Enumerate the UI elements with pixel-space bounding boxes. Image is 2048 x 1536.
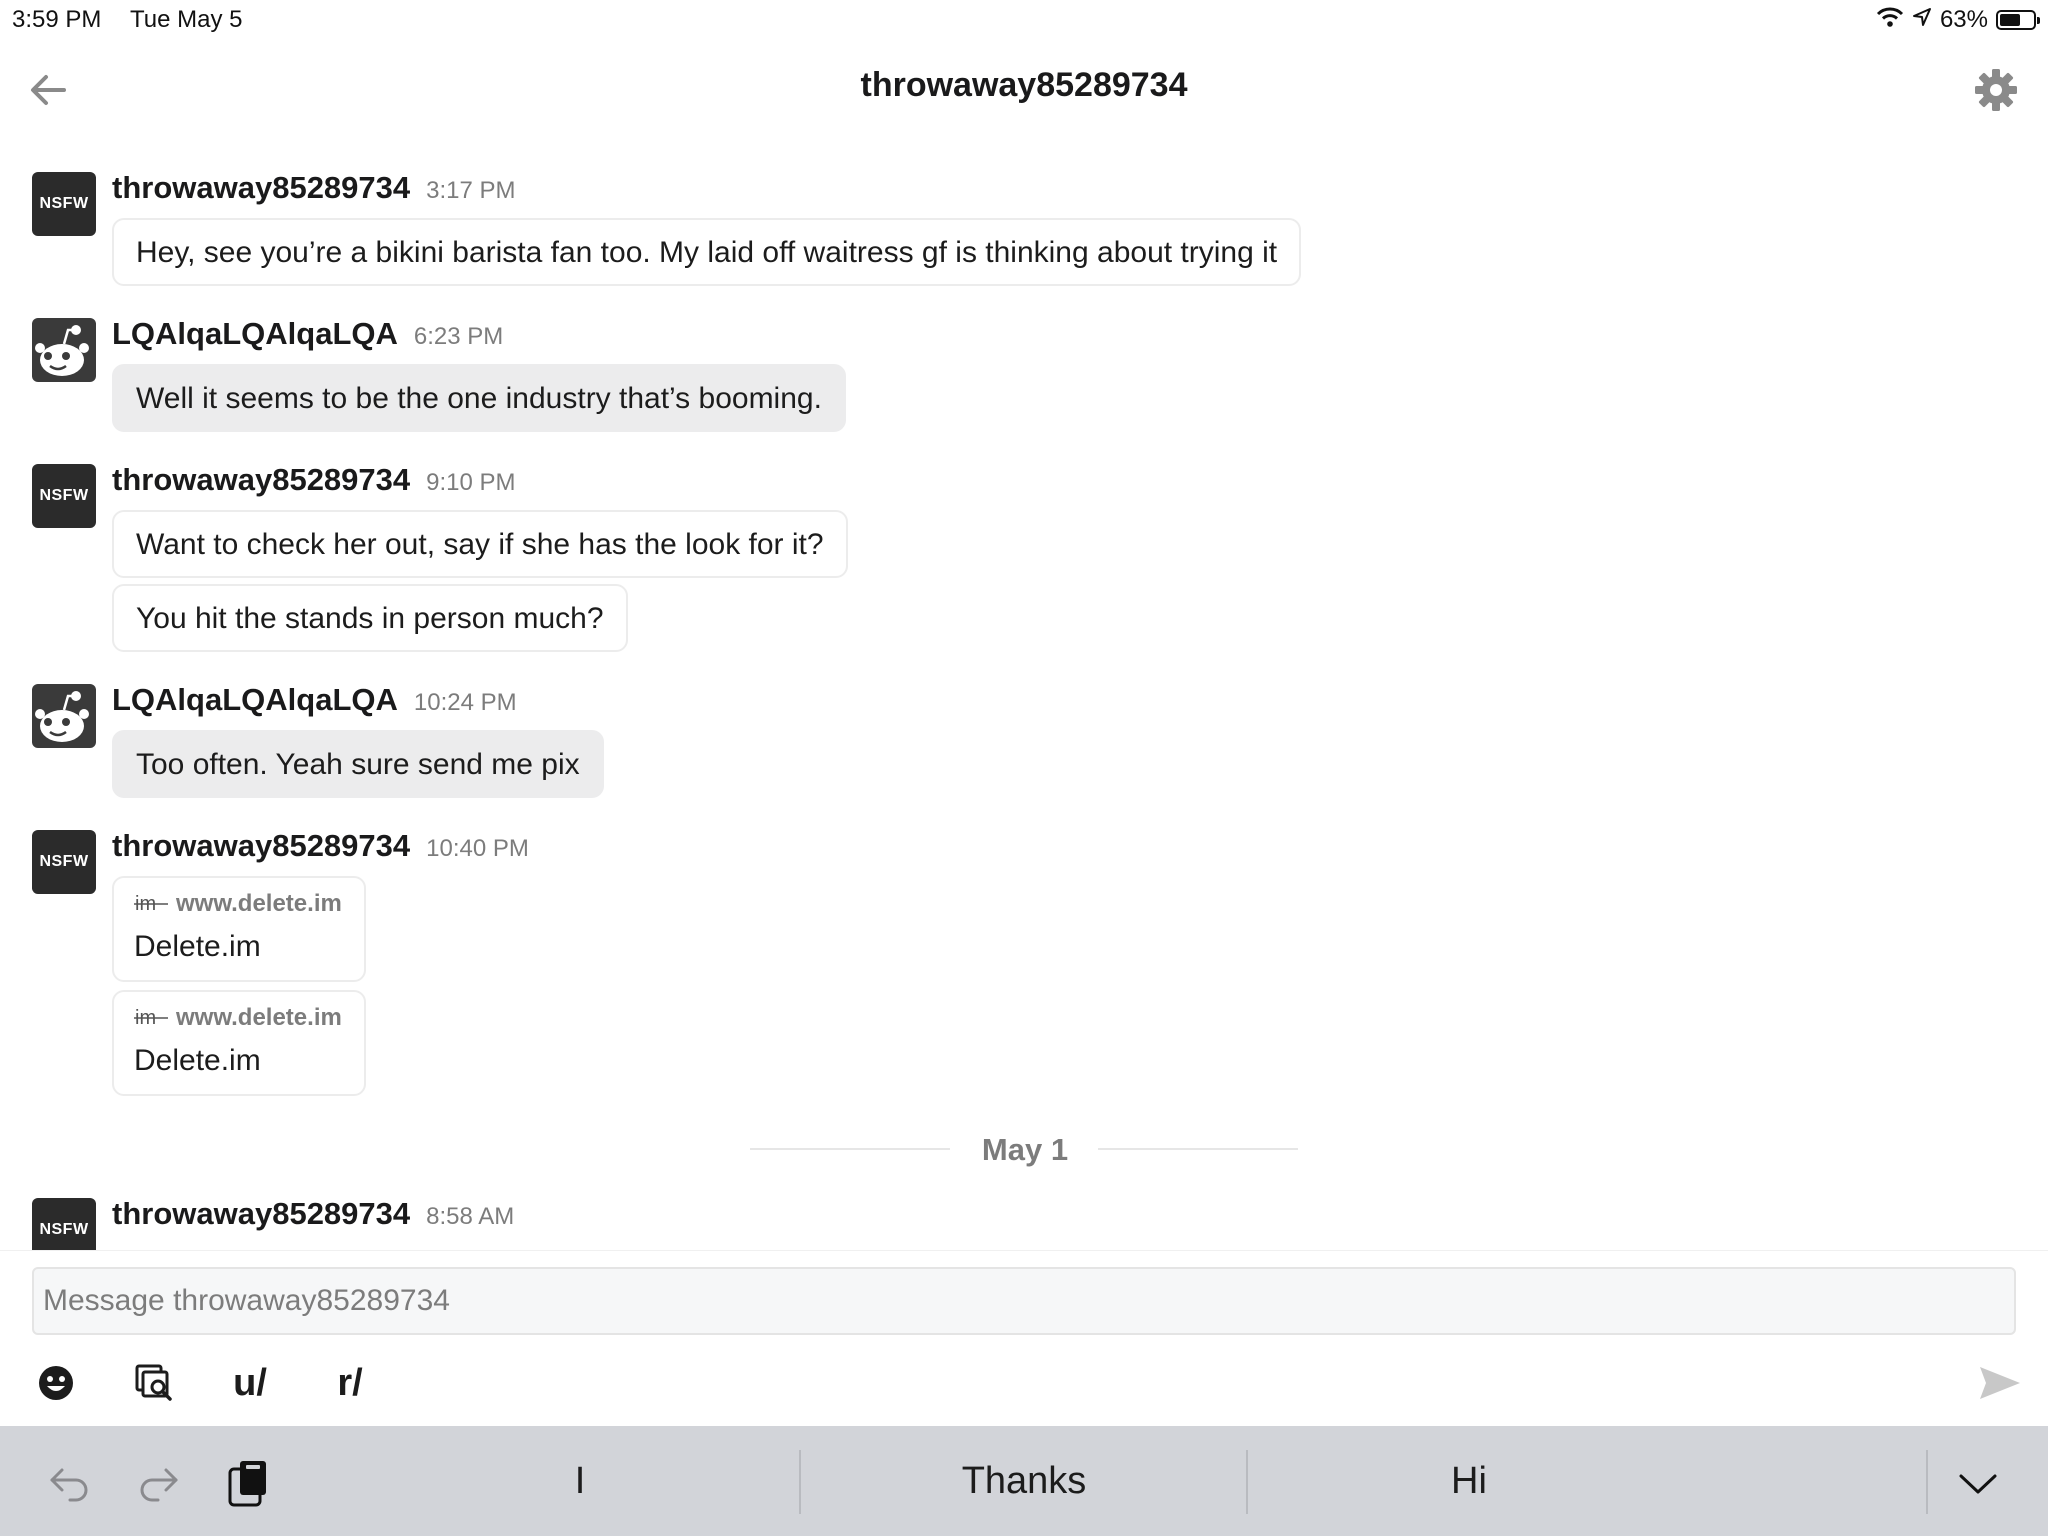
page-title: throwaway85289734	[860, 66, 1188, 104]
username[interactable]: throwaway85289734	[112, 462, 410, 498]
timestamp: 10:40 PM	[426, 835, 529, 862]
status-bar: 3:59 PM Tue May 5 63%	[0, 0, 2048, 40]
status-time: 3:59 PM	[12, 6, 102, 33]
username[interactable]: throwaway85289734	[112, 1196, 410, 1232]
message-meta: throwaway85289734 9:10 PM	[112, 462, 516, 498]
message-meta: throwaway85289734 8:58 AM	[112, 1196, 514, 1232]
timestamp: 9:10 PM	[426, 469, 516, 496]
avatar[interactable]: NSFW	[32, 1198, 96, 1250]
timestamp: 8:58 AM	[426, 1203, 515, 1230]
username[interactable]: LQAlqaLQAlqaLQA	[112, 682, 398, 718]
message-bubble[interactable]: Well it seems to be the one industry tha…	[112, 364, 846, 432]
timestamp: 10:24 PM	[413, 689, 517, 716]
image-search-button[interactable]	[128, 1357, 180, 1409]
favicon-icon: im	[134, 1007, 168, 1029]
undo-button[interactable]	[42, 1456, 98, 1512]
username[interactable]: throwaway85289734	[112, 828, 410, 864]
snoo-avatar-icon[interactable]	[32, 684, 96, 748]
link-domain: www.delete.im	[176, 890, 342, 917]
location-arrow-icon	[1912, 6, 1932, 34]
message-composer: u/ r/	[0, 1250, 2048, 1426]
emoji-icon	[39, 1366, 73, 1400]
message-meta: throwaway85289734 10:40 PM	[112, 828, 529, 864]
user-mention-button[interactable]: u/	[222, 1357, 278, 1409]
redo-icon	[140, 1468, 178, 1502]
suggestion-item[interactable]: I	[360, 1446, 800, 1516]
status-indicators: 63%	[1876, 4, 2040, 36]
link-domain-row: im www.delete.im	[134, 890, 342, 918]
wifi-icon	[1876, 6, 1904, 35]
message-bubble[interactable]: You hit the stands in person much?	[112, 584, 628, 652]
chat-header: throwaway85289734	[0, 44, 2048, 136]
message-bubble[interactable]: Too often. Yeah sure send me pix	[112, 730, 604, 798]
snoo-avatar-icon[interactable]	[32, 318, 96, 382]
clipboard-icon	[228, 1461, 266, 1507]
suggestion-item[interactable]: Thanks	[802, 1446, 1246, 1516]
message-meta: LQAlqaLQAlqaLQA 6:23 PM	[112, 316, 503, 352]
date-label: May 1	[981, 1132, 1069, 1167]
redo-button[interactable]	[130, 1456, 186, 1512]
link-title: Delete.im	[134, 1044, 261, 1077]
message-bubble[interactable]: Hey, see you’re a bikini barista fan too…	[112, 218, 1302, 286]
gear-icon	[1975, 69, 2017, 111]
link-domain-row: im www.delete.im	[134, 1004, 342, 1032]
favicon-icon: im	[134, 893, 168, 915]
status-date: Tue May 5	[130, 6, 243, 33]
subreddit-mention-button[interactable]: r/	[322, 1357, 378, 1409]
chat-screen: 3:59 PM Tue May 5 63% throwaway85289734	[0, 0, 2048, 1536]
divider	[1098, 1148, 1298, 1150]
user-mention-label: u/	[233, 1361, 267, 1404]
message-meta: throwaway85289734 3:17 PM	[112, 170, 516, 206]
divider	[1246, 1450, 1248, 1514]
avatar[interactable]: NSFW	[32, 830, 96, 894]
username[interactable]: throwaway85289734	[112, 170, 410, 206]
timestamp: 3:17 PM	[426, 177, 516, 204]
link-preview-card[interactable]: im www.delete.im Delete.im	[112, 990, 366, 1096]
link-preview-card[interactable]: im www.delete.im Delete.im	[112, 876, 366, 982]
image-search-icon	[135, 1364, 172, 1401]
timestamp: 6:23 PM	[413, 323, 504, 350]
message-list[interactable]: NSFW throwaway85289734 3:17 PM Hey, see …	[0, 150, 2048, 1250]
send-button[interactable]	[1974, 1357, 2026, 1409]
date-separator: May 1	[750, 1126, 1300, 1170]
undo-icon	[50, 1468, 88, 1502]
subreddit-mention-label: r/	[337, 1361, 363, 1404]
divider	[1926, 1450, 1928, 1514]
chevron-down-icon	[1959, 1474, 1997, 1494]
link-domain: www.delete.im	[176, 1004, 342, 1031]
dismiss-keyboard-button[interactable]	[1950, 1456, 2006, 1512]
keyboard-suggestion-bar: I Thanks Hi	[0, 1426, 2048, 1536]
clipboard-button[interactable]	[220, 1456, 276, 1512]
avatar[interactable]: NSFW	[32, 464, 96, 528]
battery-icon	[1996, 10, 2040, 30]
link-title: Delete.im	[134, 930, 261, 963]
emoji-button[interactable]	[30, 1357, 82, 1409]
send-icon	[1980, 1367, 2020, 1399]
avatar[interactable]: NSFW	[32, 172, 96, 236]
settings-button[interactable]	[1970, 64, 2022, 116]
message-bubble[interactable]: Want to check her out, say if she has th…	[112, 510, 848, 578]
battery-level	[2000, 14, 2020, 26]
battery-percent: 63%	[1939, 6, 1988, 33]
suggestion-item[interactable]: Hi	[1249, 1446, 1689, 1516]
message-meta: LQAlqaLQAlqaLQA 10:24 PM	[112, 682, 517, 718]
username[interactable]: LQAlqaLQAlqaLQA	[112, 316, 398, 352]
divider	[799, 1450, 801, 1514]
message-input[interactable]	[32, 1267, 2016, 1335]
